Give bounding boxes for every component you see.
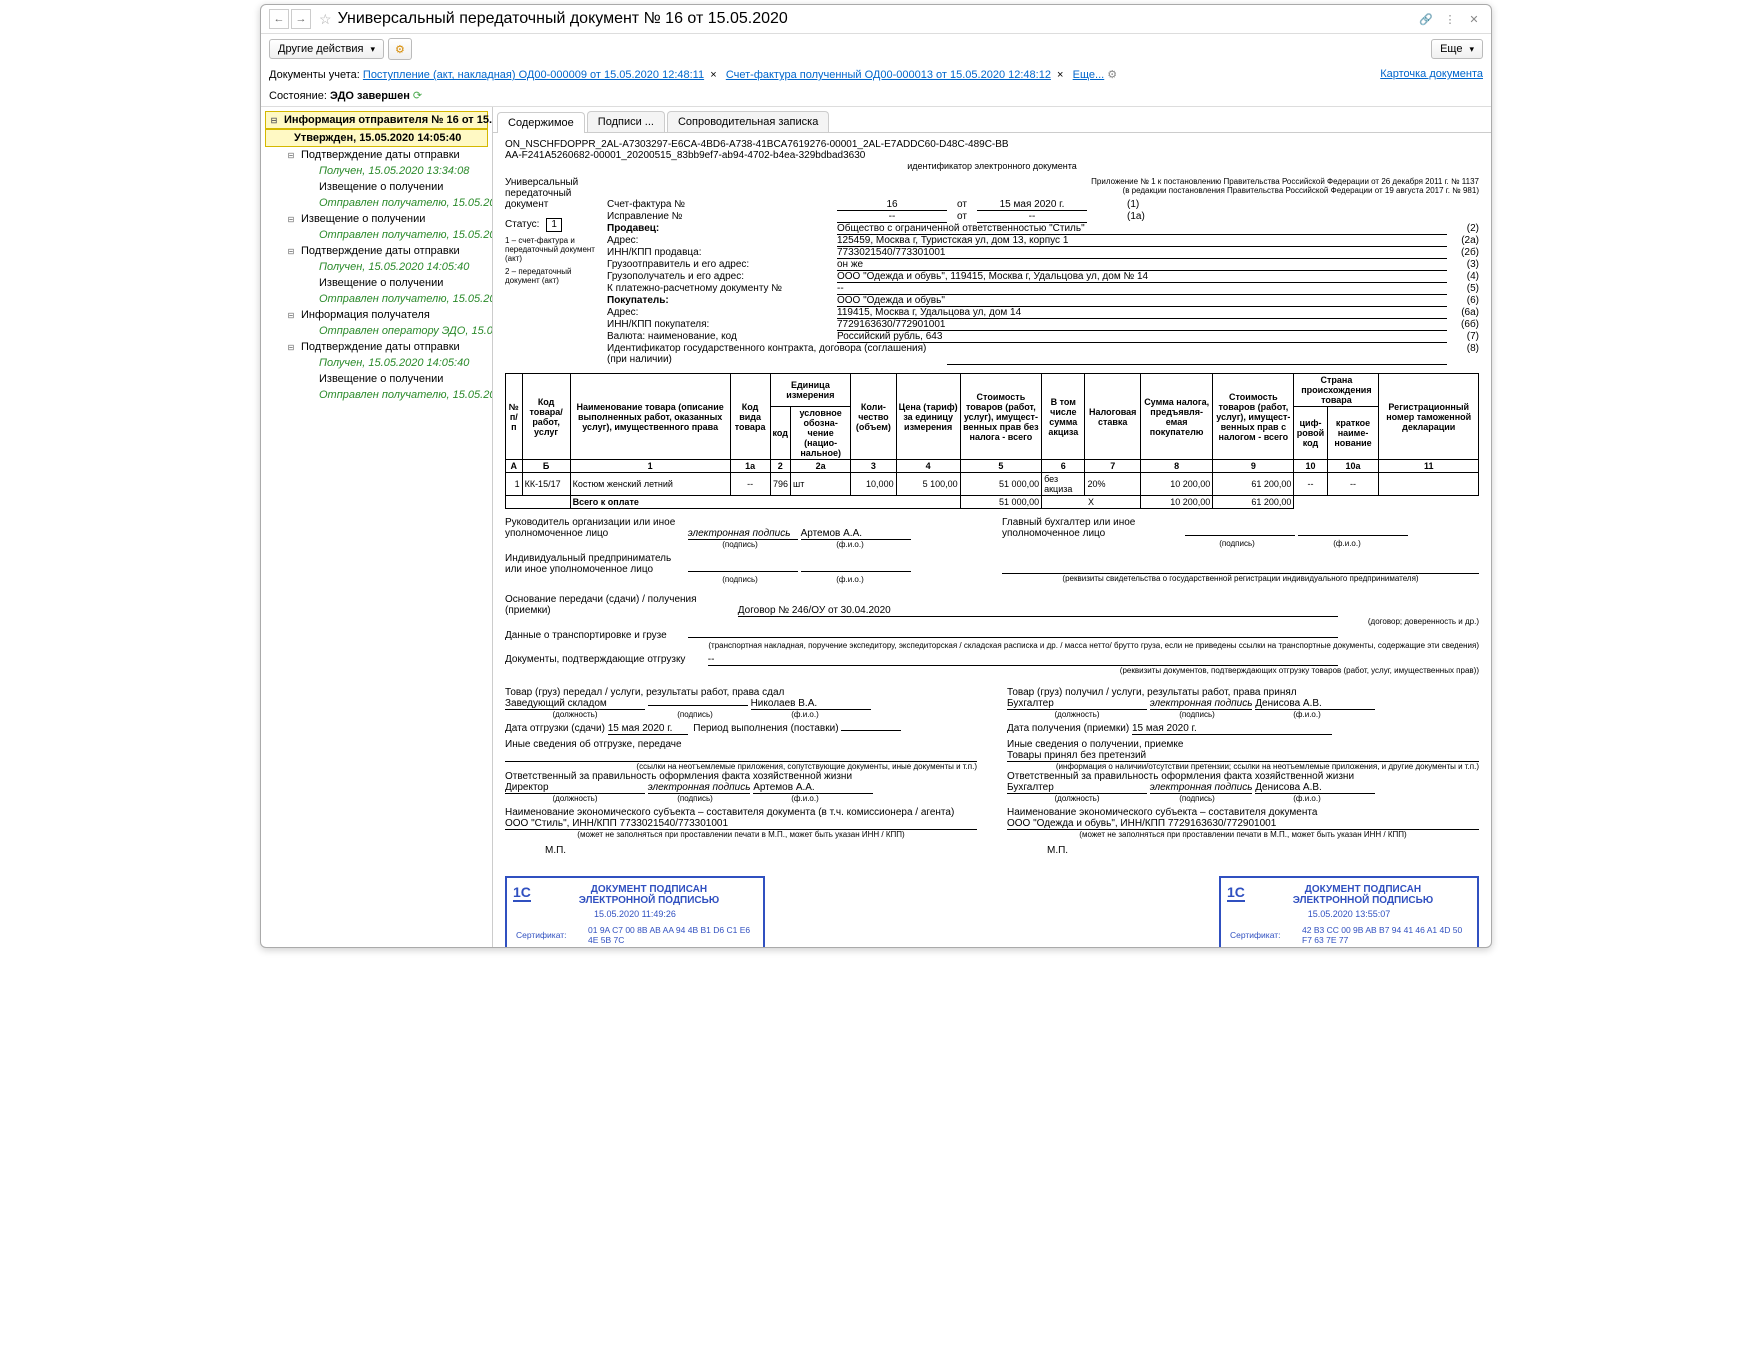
back-button[interactable]: ← xyxy=(269,9,289,29)
document-body: ON_NSCHFDOPPR_2AL-A7303297-E6CA-4BD6-A73… xyxy=(493,133,1491,947)
1c-logo-icon: 1C xyxy=(1227,884,1245,902)
more-actions-button[interactable]: Еще xyxy=(1431,39,1483,59)
tree-item[interactable]: Отправлен оператору ЭДО, 15.05.2020 14:0… xyxy=(265,323,488,339)
window-title: Универсальный передаточный документ № 16… xyxy=(338,10,1411,28)
tree-item[interactable]: ⊟Подтверждение даты отправки xyxy=(265,147,488,163)
tree-approved[interactable]: Утвержден, 15.05.2020 14:05:40 xyxy=(265,129,488,147)
tree-item[interactable]: Получен, 15.05.2020 13:34:08 xyxy=(265,163,488,179)
tree-item[interactable]: Отправлен получателю, 15.05.2020 14:0... xyxy=(265,387,488,403)
tree-item[interactable]: Отправлен получателю, 15.05.2020 13:34:1… xyxy=(265,195,488,211)
gear-icon[interactable]: ⚙ xyxy=(1107,69,1117,81)
doc-id-line2: AA-F241A5260682-00001_20200515_83bb9ef7-… xyxy=(505,150,1479,161)
forward-button[interactable]: → xyxy=(291,9,311,29)
appendix-2: (в редакции постановления Правительства … xyxy=(607,186,1479,195)
signature-box-sender: 1C ДОКУМЕНТ ПОДПИСАН ЭЛЕКТРОННОЙ ПОДПИСЬ… xyxy=(505,876,765,947)
tree-toggle-icon[interactable]: ⊟ xyxy=(268,114,280,126)
tree-toggle-icon[interactable]: ⊟ xyxy=(285,309,297,321)
items-table: № п/п Код товара/ работ, услуг Наименова… xyxy=(505,373,1479,509)
status-note-2: 2 – передаточный документ (акт) xyxy=(505,267,597,285)
favorite-icon[interactable]: ☆ xyxy=(319,11,332,28)
close-button[interactable]: ✕ xyxy=(1465,10,1483,28)
tree-item[interactable]: ⊟Подтверждение даты отправки xyxy=(265,243,488,259)
tab-signatures[interactable]: Подписи ... xyxy=(587,111,665,132)
tree-item[interactable]: Извещение о получении xyxy=(265,179,488,195)
tree-item[interactable]: Получен, 15.05.2020 14:05:40 xyxy=(265,355,488,371)
doc-link-more[interactable]: Еще... xyxy=(1073,69,1105,81)
state-label: Состояние: xyxy=(269,90,327,102)
doc-links-label: Документы учета: xyxy=(269,69,360,81)
tree-item[interactable]: Извещение о получении xyxy=(265,275,488,291)
doc-link-invoice[interactable]: Счет-фактура полученный ОД00-000013 от 1… xyxy=(726,69,1051,81)
status-value: 1 xyxy=(546,218,562,232)
tree-item[interactable]: Отправлен получателю, 15.05.2020 14:0... xyxy=(265,291,488,307)
tree-toggle-icon[interactable]: ⊟ xyxy=(285,245,297,257)
refresh-icon[interactable]: ⟳ xyxy=(413,90,422,102)
appendix-1: Приложение № 1 к постановлению Правитель… xyxy=(607,177,1479,186)
tree-item[interactable]: Извещение о получении xyxy=(265,371,488,387)
structure-icon[interactable]: ⚙ xyxy=(388,38,412,60)
tree-item[interactable]: ⊟Подтверждение даты отправки xyxy=(265,339,488,355)
upd-label: Универсальный передаточный документ xyxy=(505,177,597,210)
signature-box-receiver: 1C ДОКУМЕНТ ПОДПИСАН ЭЛЕКТРОННОЙ ПОДПИСЬ… xyxy=(1219,876,1479,947)
tree-item[interactable]: ⊟Извещение о получении xyxy=(265,211,488,227)
1c-logo-icon: 1C xyxy=(513,884,531,902)
doc-link-receipt[interactable]: Поступление (акт, накладная) ОД00-000009… xyxy=(363,69,704,81)
tree-item[interactable]: ⊟Информация получателя xyxy=(265,307,488,323)
total-row: Всего к оплате 51 000,00 X 10 200,00 61 … xyxy=(506,496,1479,509)
tree-item[interactable]: Получен, 15.05.2020 14:05:40 xyxy=(265,259,488,275)
tree-sender-info[interactable]: ⊟ Информация отправителя № 16 от 15.05.2… xyxy=(265,111,488,129)
doc-card-link[interactable]: Карточка документа xyxy=(1380,68,1483,80)
tab-note[interactable]: Сопроводительная записка xyxy=(667,111,829,132)
more-icon[interactable]: ⋮ xyxy=(1441,10,1459,28)
tree-toggle-icon[interactable]: ⊟ xyxy=(285,341,297,353)
table-row: 1 КК-15/17 Костюм женский летний -- 796 … xyxy=(506,473,1479,496)
sidebar: ⊟ Информация отправителя № 16 от 15.05.2… xyxy=(261,107,493,947)
status-note-1: 1 – счет-фактура и передаточный документ… xyxy=(505,236,597,263)
doc-id-caption: идентификатор электронного документа xyxy=(505,161,1479,171)
tree-toggle-icon[interactable]: ⊟ xyxy=(285,149,297,161)
state-value: ЭДО завершен xyxy=(330,90,410,102)
tree-toggle-icon[interactable]: ⊟ xyxy=(285,213,297,225)
doc-id-line1: ON_NSCHFDOPPR_2AL-A7303297-E6CA-4BD6-A73… xyxy=(505,139,1479,150)
tab-content[interactable]: Содержимое xyxy=(497,112,585,133)
other-actions-button[interactable]: Другие действия xyxy=(269,39,384,59)
link-icon[interactable]: 🔗 xyxy=(1417,10,1435,28)
tree-item[interactable]: Отправлен получателю, 15.05.2020 13:38:4… xyxy=(265,227,488,243)
